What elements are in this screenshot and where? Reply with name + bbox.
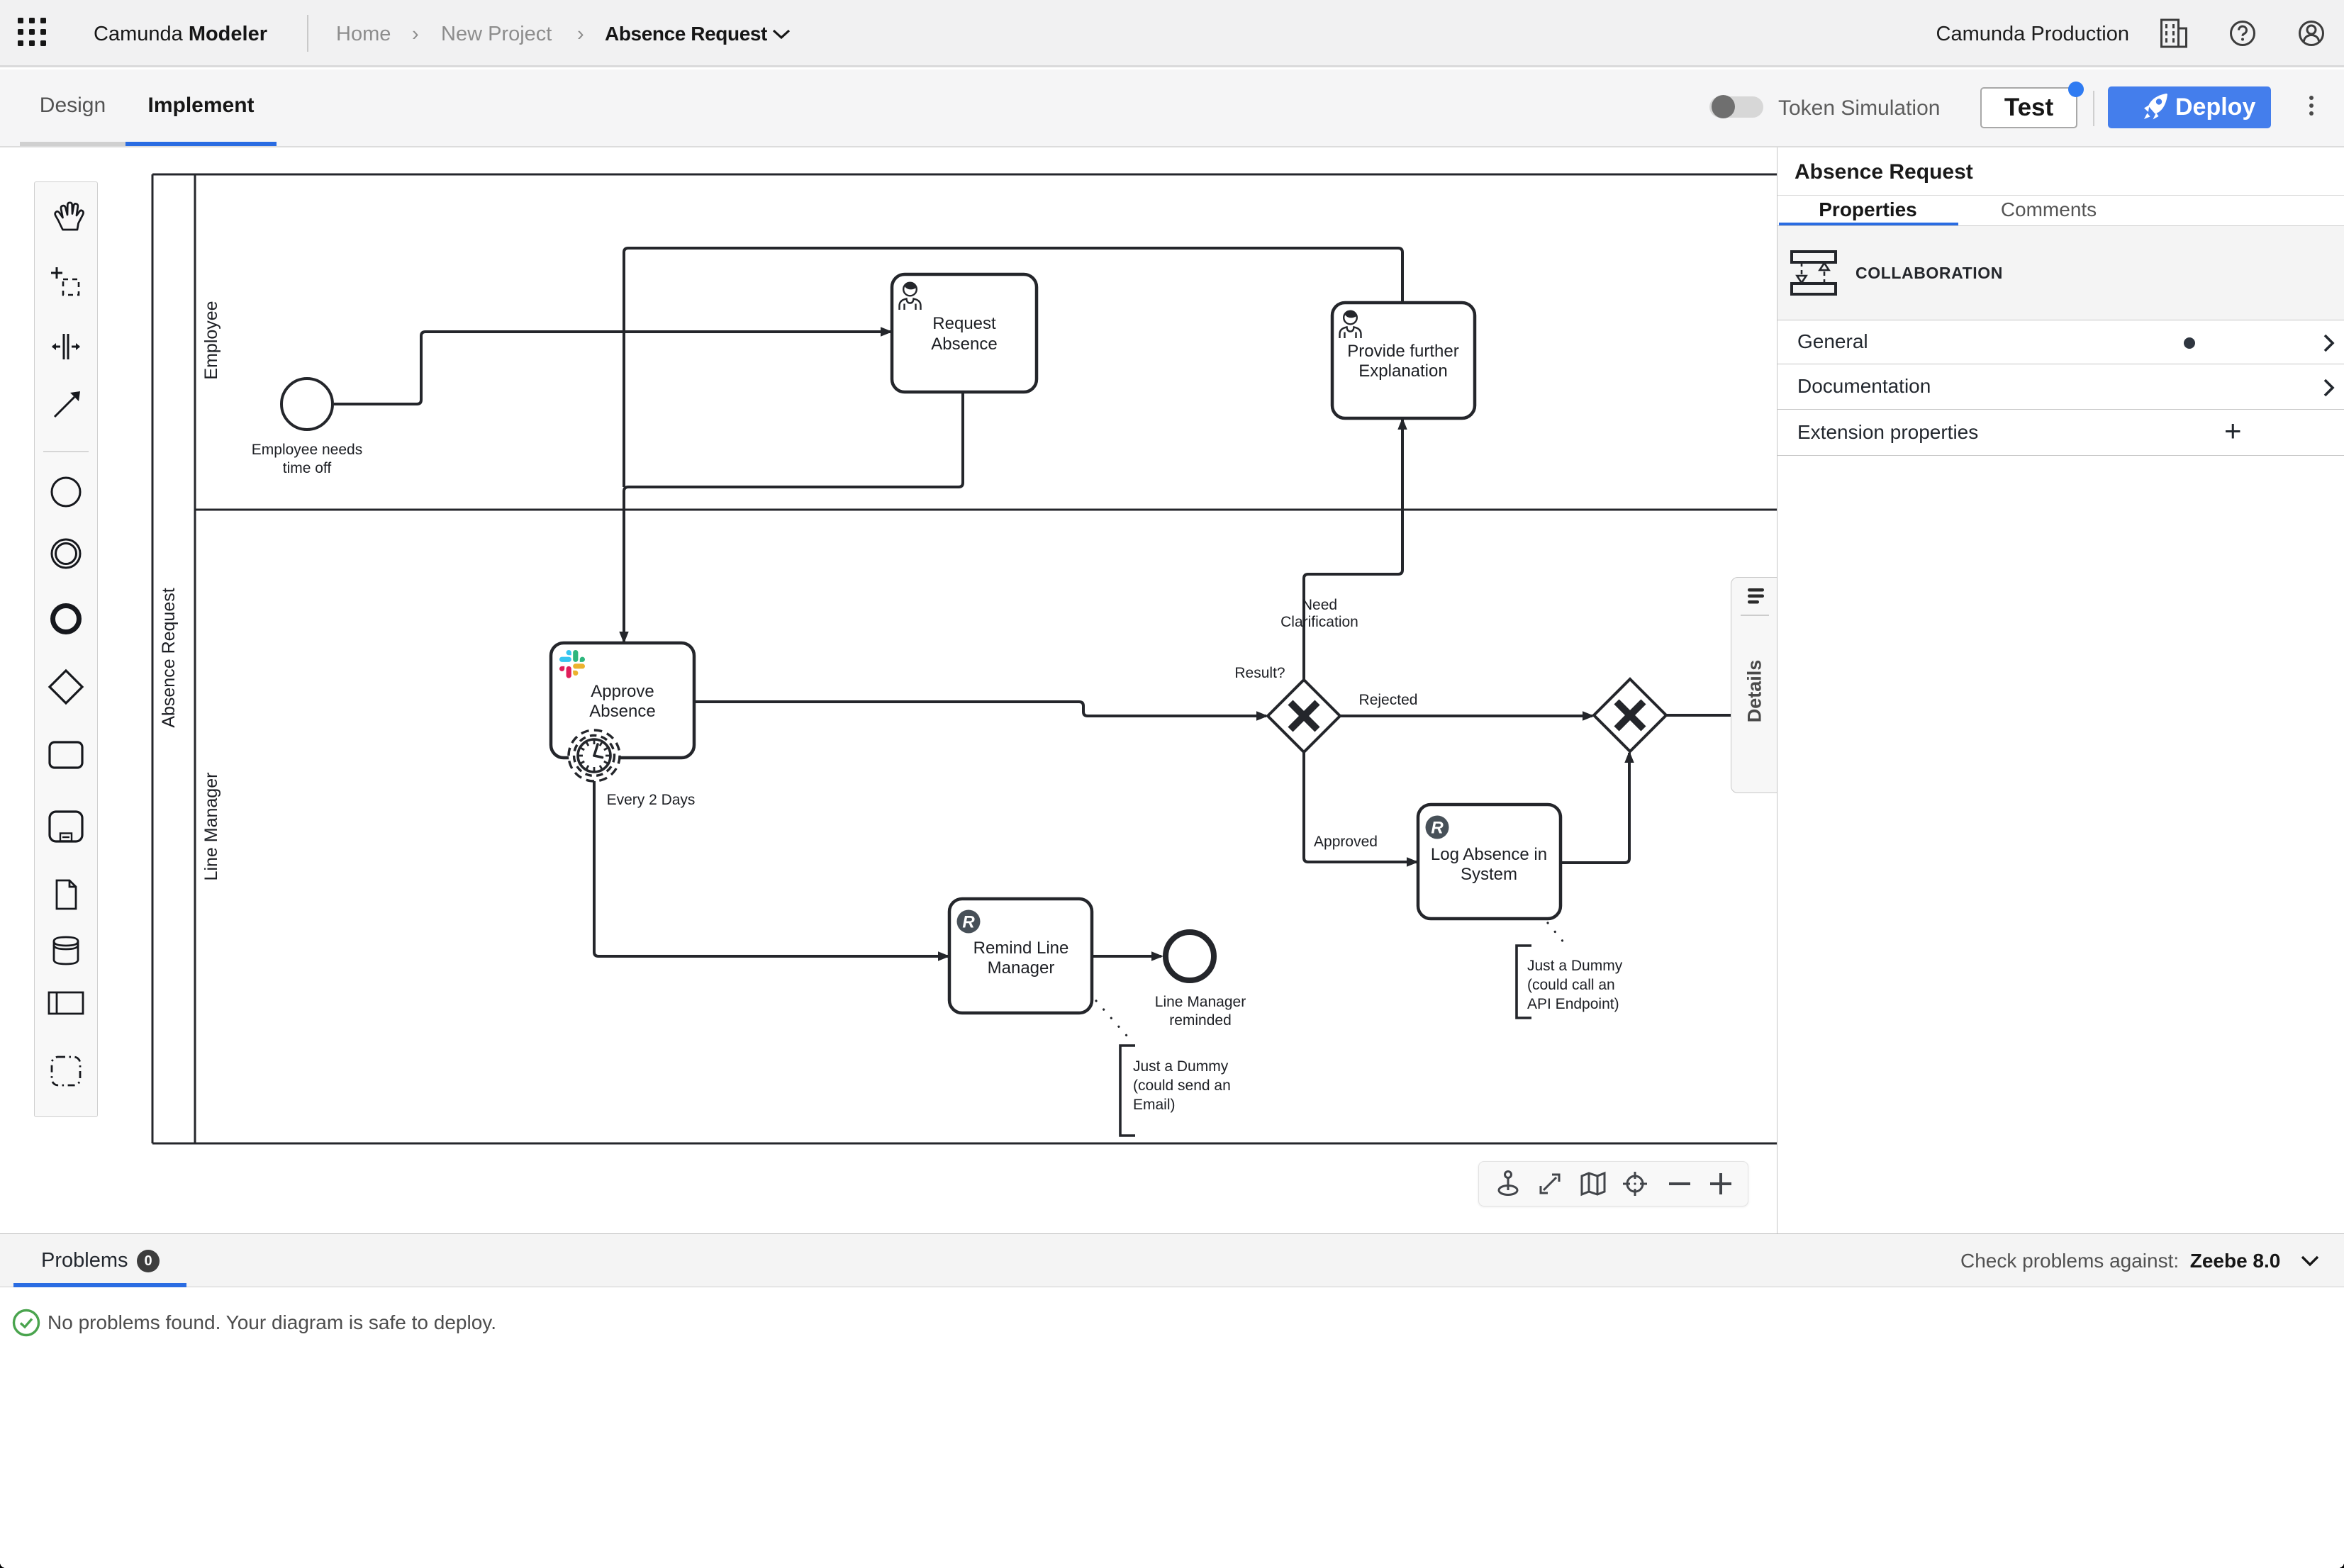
svg-text:Request: Request [932, 314, 996, 333]
svg-text:Absence: Absence [931, 335, 997, 354]
svg-text:Approve: Approve [591, 682, 654, 701]
svg-text:Just a Dummy: Just a Dummy [1133, 1058, 1229, 1075]
svg-text:API Endpoint): API Endpoint) [1527, 996, 1619, 1012]
svg-text:Manager: Manager [988, 958, 1055, 978]
svg-text:Email): Email) [1133, 1097, 1176, 1113]
svg-text:Employee: Employee [201, 301, 221, 379]
svg-text:Need: Need [1302, 597, 1337, 613]
svg-text:Line Manager: Line Manager [201, 773, 221, 881]
svg-text:Explanation: Explanation [1358, 362, 1447, 381]
svg-text:time off: time off [283, 460, 332, 476]
svg-text:(could call an: (could call an [1527, 977, 1615, 993]
svg-text:Provide further: Provide further [1347, 342, 1458, 361]
svg-text:Absence Request: Absence Request [159, 588, 179, 727]
svg-text:Approved: Approved [1314, 834, 1378, 850]
svg-text:Absence: Absence [589, 702, 655, 721]
svg-text:reminded: reminded [1169, 1012, 1232, 1029]
svg-text:System: System [1461, 865, 1517, 884]
svg-text:Log Absence in: Log Absence in [1431, 845, 1547, 864]
svg-text:Rejected: Rejected [1359, 692, 1418, 708]
svg-text:Line Manager: Line Manager [1155, 994, 1246, 1010]
svg-text:Every 2 Days: Every 2 Days [607, 792, 696, 808]
svg-text:Result?: Result? [1234, 665, 1285, 681]
svg-text:Employee needs: Employee needs [252, 442, 362, 458]
svg-text:(could send an: (could send an [1133, 1077, 1231, 1094]
svg-text:Remind Line: Remind Line [973, 939, 1069, 958]
svg-text:Just a Dummy: Just a Dummy [1527, 958, 1623, 974]
svg-text:Clarification: Clarification [1280, 614, 1358, 630]
